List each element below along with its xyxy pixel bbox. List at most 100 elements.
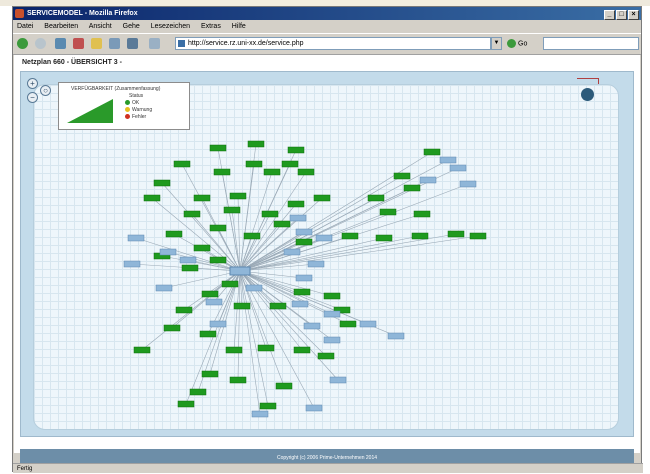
host-node[interactable] (423, 148, 441, 156)
menu-bearbeiten[interactable]: Bearbeiten (44, 23, 78, 30)
host-node[interactable] (247, 140, 265, 148)
address-dropdown-icon[interactable]: ▼ (491, 37, 502, 50)
host-node[interactable] (209, 256, 227, 264)
host-node[interactable] (297, 168, 315, 176)
host-node[interactable] (221, 280, 239, 288)
host-node[interactable] (263, 168, 281, 176)
service-node[interactable] (307, 260, 325, 268)
host-node[interactable] (269, 302, 287, 310)
menu-extras[interactable]: Extras (201, 23, 221, 30)
service-node[interactable] (127, 234, 145, 242)
menu-lesezeichen[interactable]: Lesezeichen (151, 23, 190, 30)
address-bar[interactable]: http://service.rz.uni-xx.de/service.php (175, 37, 491, 50)
minimize-icon[interactable]: _ (604, 10, 615, 20)
reload-icon[interactable] (55, 38, 66, 49)
host-node[interactable] (379, 208, 397, 216)
close-icon[interactable]: × (628, 10, 639, 20)
print-icon[interactable] (109, 38, 120, 49)
host-node[interactable] (245, 160, 263, 168)
host-node[interactable] (411, 232, 429, 240)
search-input[interactable] (543, 37, 639, 50)
host-node[interactable] (173, 160, 191, 168)
host-node[interactable] (261, 210, 279, 218)
service-node[interactable] (205, 298, 223, 306)
host-node[interactable] (165, 230, 183, 238)
host-node[interactable] (273, 220, 291, 228)
menu-datei[interactable]: Datei (17, 23, 33, 30)
service-node[interactable] (245, 284, 263, 292)
host-node[interactable] (403, 184, 421, 192)
service-node[interactable] (123, 260, 141, 268)
service-node[interactable] (295, 274, 313, 282)
service-node[interactable] (283, 248, 301, 256)
zoom-reset-icon[interactable]: ○ (40, 85, 51, 96)
host-node[interactable] (213, 168, 231, 176)
service-node[interactable] (179, 256, 197, 264)
host-node[interactable] (229, 192, 247, 200)
host-node[interactable] (177, 400, 195, 408)
service-node[interactable] (419, 176, 437, 184)
service-node[interactable] (289, 214, 307, 222)
service-node[interactable] (459, 180, 477, 188)
host-node[interactable] (199, 330, 217, 338)
service-node[interactable] (291, 300, 309, 308)
service-node[interactable] (449, 164, 467, 172)
host-node[interactable] (281, 160, 299, 168)
back-icon[interactable] (17, 38, 28, 49)
service-node[interactable] (387, 332, 405, 340)
service-node[interactable] (305, 404, 323, 412)
host-node[interactable] (193, 194, 211, 202)
host-node[interactable] (295, 238, 313, 246)
host-node[interactable] (209, 144, 227, 152)
host-node[interactable] (323, 292, 341, 300)
host-node[interactable] (243, 232, 261, 240)
host-node[interactable] (189, 388, 207, 396)
host-node[interactable] (293, 288, 311, 296)
host-node[interactable] (175, 306, 193, 314)
host-node[interactable] (341, 232, 359, 240)
service-node[interactable] (323, 336, 341, 344)
host-node[interactable] (393, 172, 411, 180)
service-node[interactable] (439, 156, 457, 164)
host-node[interactable] (317, 352, 335, 360)
host-node[interactable] (257, 344, 275, 352)
zoom-out-icon[interactable]: − (27, 92, 38, 103)
host-node[interactable] (233, 302, 251, 310)
host-node[interactable] (469, 232, 487, 240)
menu-hilfe[interactable]: Hilfe (232, 23, 246, 30)
host-node[interactable] (259, 402, 277, 410)
host-node[interactable] (163, 324, 181, 332)
host-node[interactable] (287, 146, 305, 154)
service-node[interactable] (159, 248, 177, 256)
service-node[interactable] (251, 410, 269, 418)
host-node[interactable] (193, 244, 211, 252)
host-node[interactable] (287, 200, 305, 208)
menu-ansicht[interactable]: Ansicht (89, 23, 112, 30)
service-node[interactable] (323, 310, 341, 318)
host-node[interactable] (181, 264, 199, 272)
host-node[interactable] (209, 224, 227, 232)
bookmark-icon[interactable] (127, 38, 138, 49)
service-node[interactable] (359, 320, 377, 328)
network-map-canvas[interactable] (33, 84, 619, 430)
host-node[interactable] (447, 230, 465, 238)
service-node[interactable] (315, 234, 333, 242)
host-node[interactable] (413, 210, 431, 218)
menu-gehe[interactable]: Gehe (123, 23, 140, 30)
host-node[interactable] (133, 346, 151, 354)
service-node[interactable] (329, 376, 347, 384)
globe-icon[interactable] (581, 88, 594, 101)
service-node[interactable] (295, 228, 313, 236)
host-node[interactable] (153, 179, 171, 187)
host-node[interactable] (143, 194, 161, 202)
zoom-in-icon[interactable]: + (27, 78, 38, 89)
stop-icon[interactable] (73, 38, 84, 49)
host-node[interactable] (229, 376, 247, 384)
host-node[interactable] (375, 234, 393, 242)
host-node[interactable] (275, 382, 293, 390)
home-icon[interactable] (91, 38, 102, 49)
host-node[interactable] (223, 206, 241, 214)
service-node[interactable] (209, 320, 227, 328)
service-node[interactable] (303, 322, 321, 330)
host-node[interactable] (183, 210, 201, 218)
